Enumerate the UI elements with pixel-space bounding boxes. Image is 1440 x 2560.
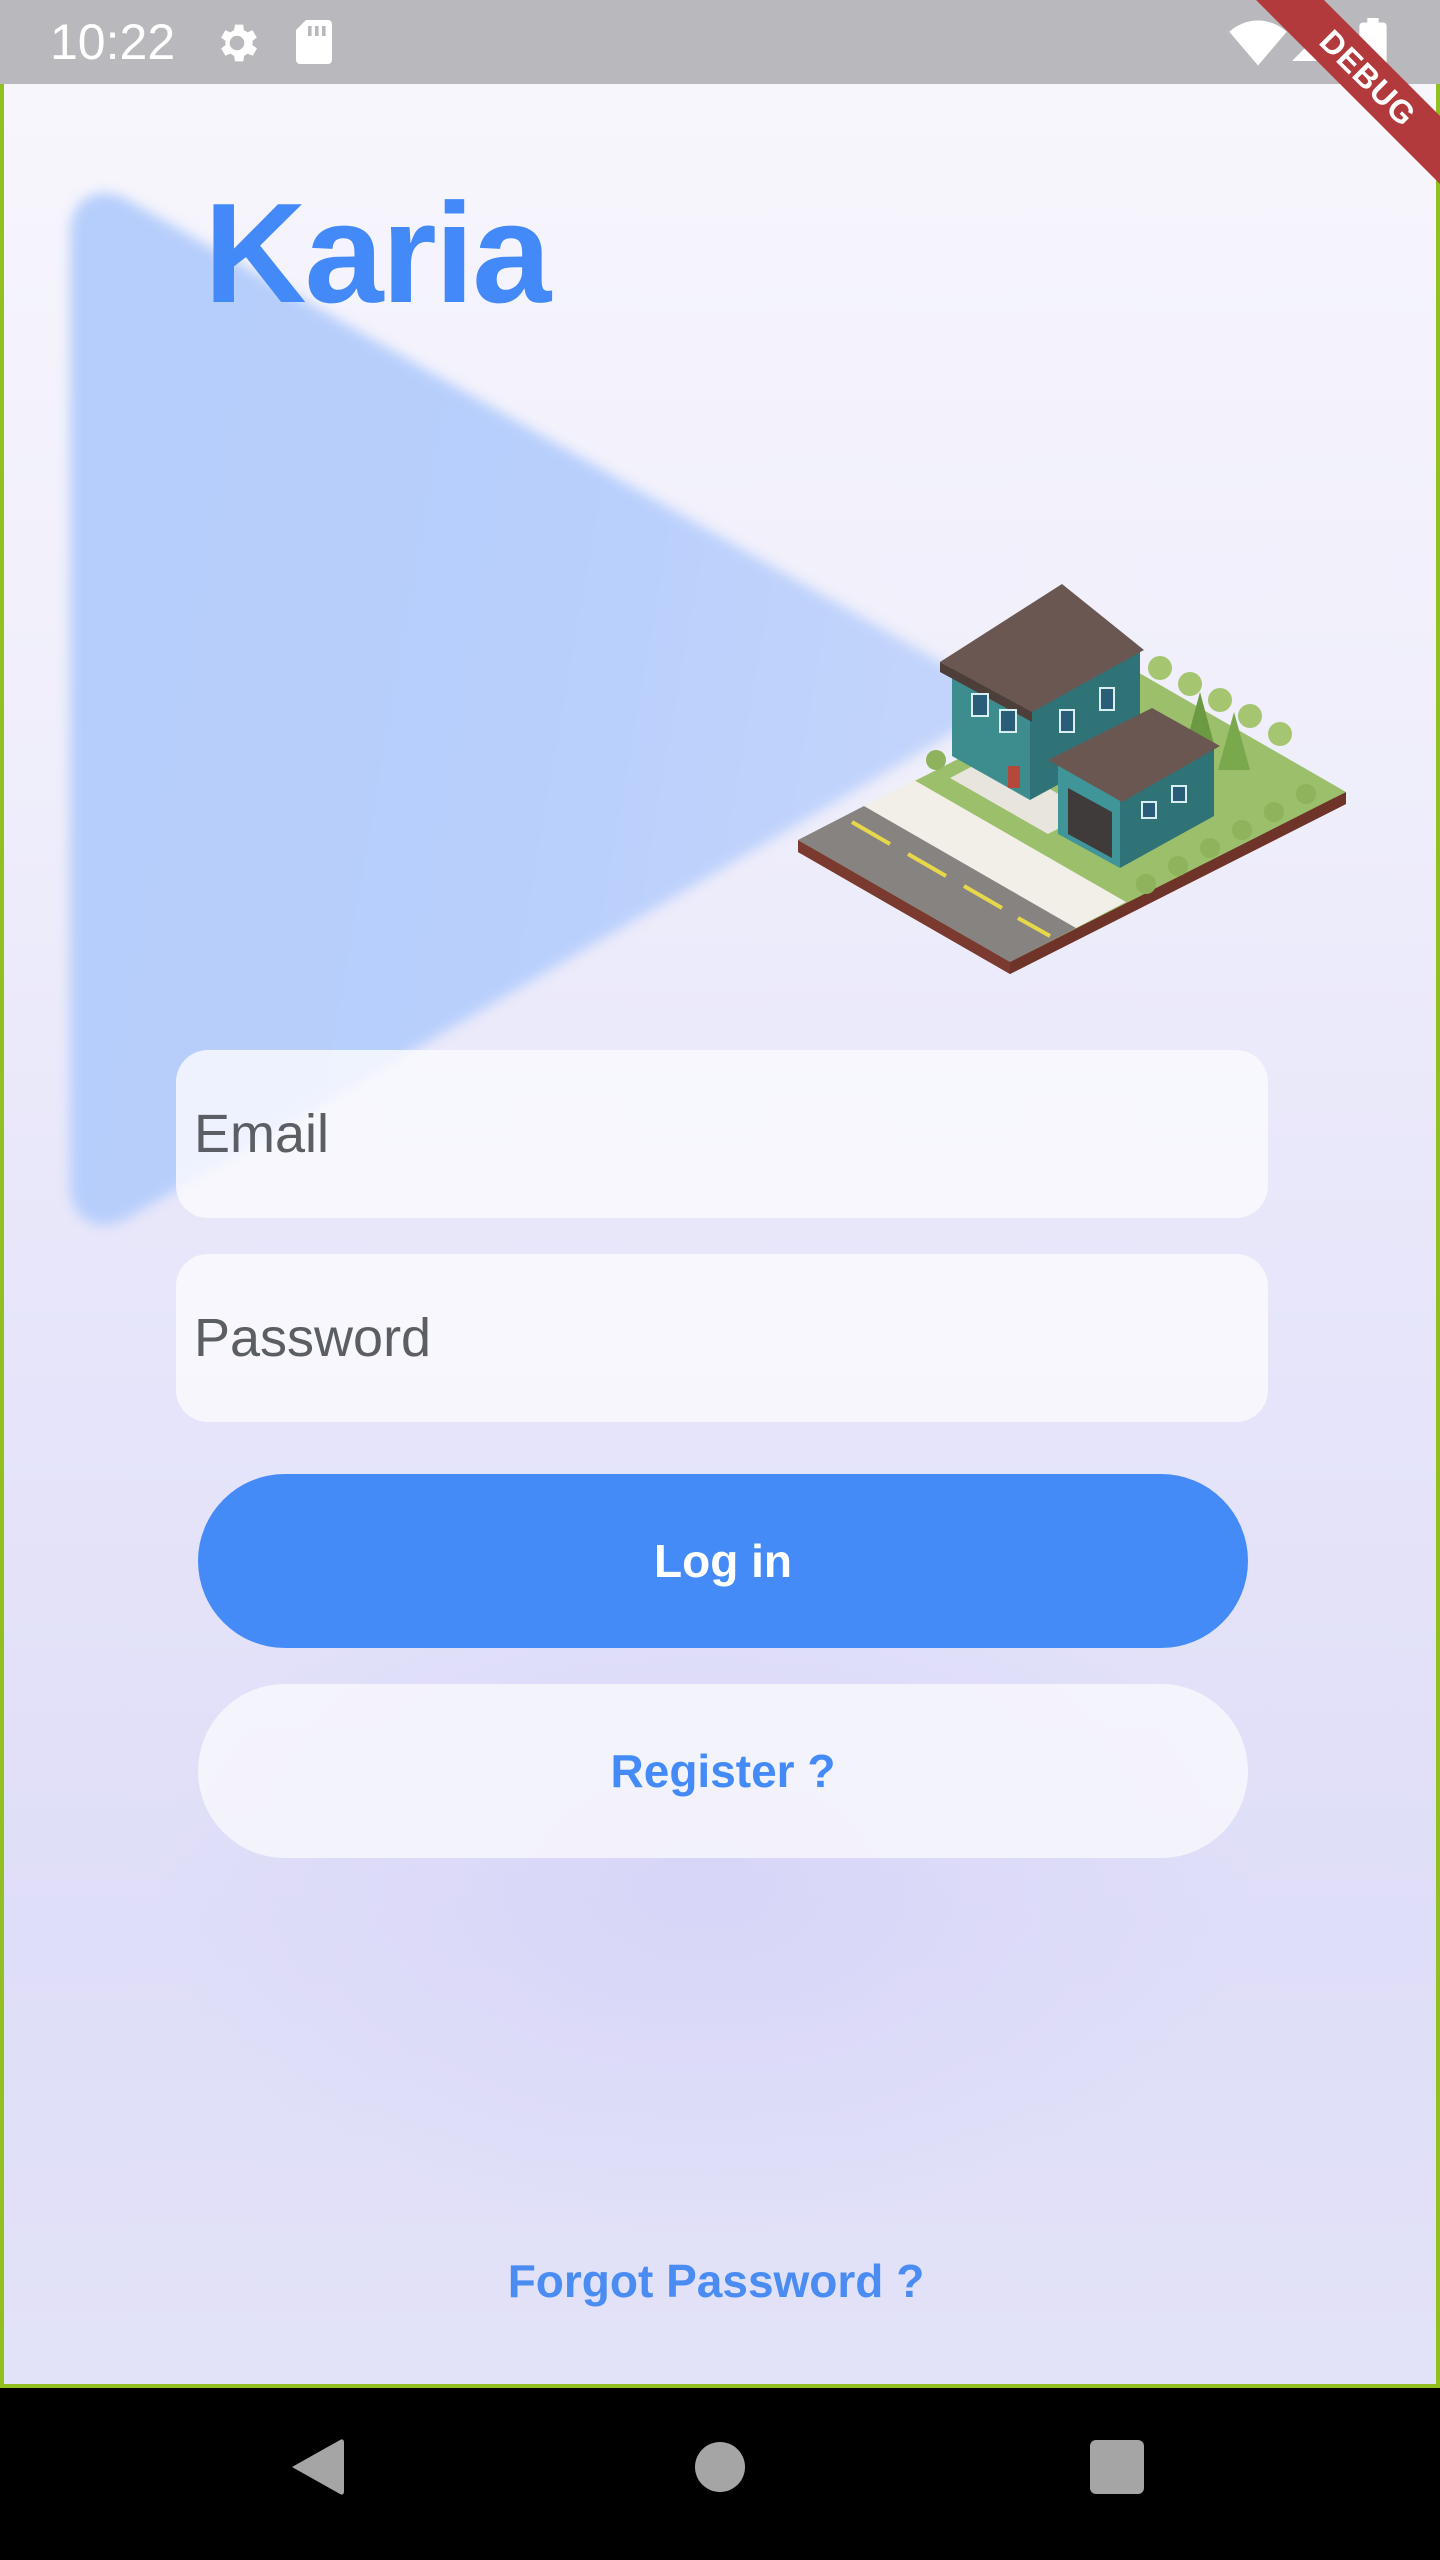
app-title: Karia (204, 174, 551, 333)
password-input[interactable] (176, 1254, 1268, 1422)
forgot-password-link[interactable]: Forgot Password ? (4, 2254, 1428, 2308)
back-icon[interactable] (284, 2432, 354, 2502)
login-screen: Karia Email Log in Register ? Forgot Pas… (0, 84, 1440, 2388)
phone-screen: 10:22 Karia Email Log in Register ? Forg… (0, 0, 1440, 2560)
gear-icon (221, 24, 257, 62)
status-time: 10:22 (50, 14, 176, 70)
wifi-icon (1229, 20, 1287, 66)
navigation-bar (0, 2392, 1440, 2560)
email-input[interactable] (176, 1050, 1268, 1218)
email-field[interactable] (176, 1050, 1268, 1218)
house-illustration (798, 584, 1346, 974)
login-button[interactable]: Log in (198, 1474, 1248, 1648)
recents-icon[interactable] (1082, 2432, 1152, 2502)
sd-card-icon (296, 20, 332, 64)
home-icon[interactable] (685, 2432, 755, 2502)
status-bar: 10:22 (0, 0, 1440, 84)
password-field[interactable] (176, 1254, 1268, 1422)
register-button[interactable]: Register ? (198, 1684, 1248, 1858)
